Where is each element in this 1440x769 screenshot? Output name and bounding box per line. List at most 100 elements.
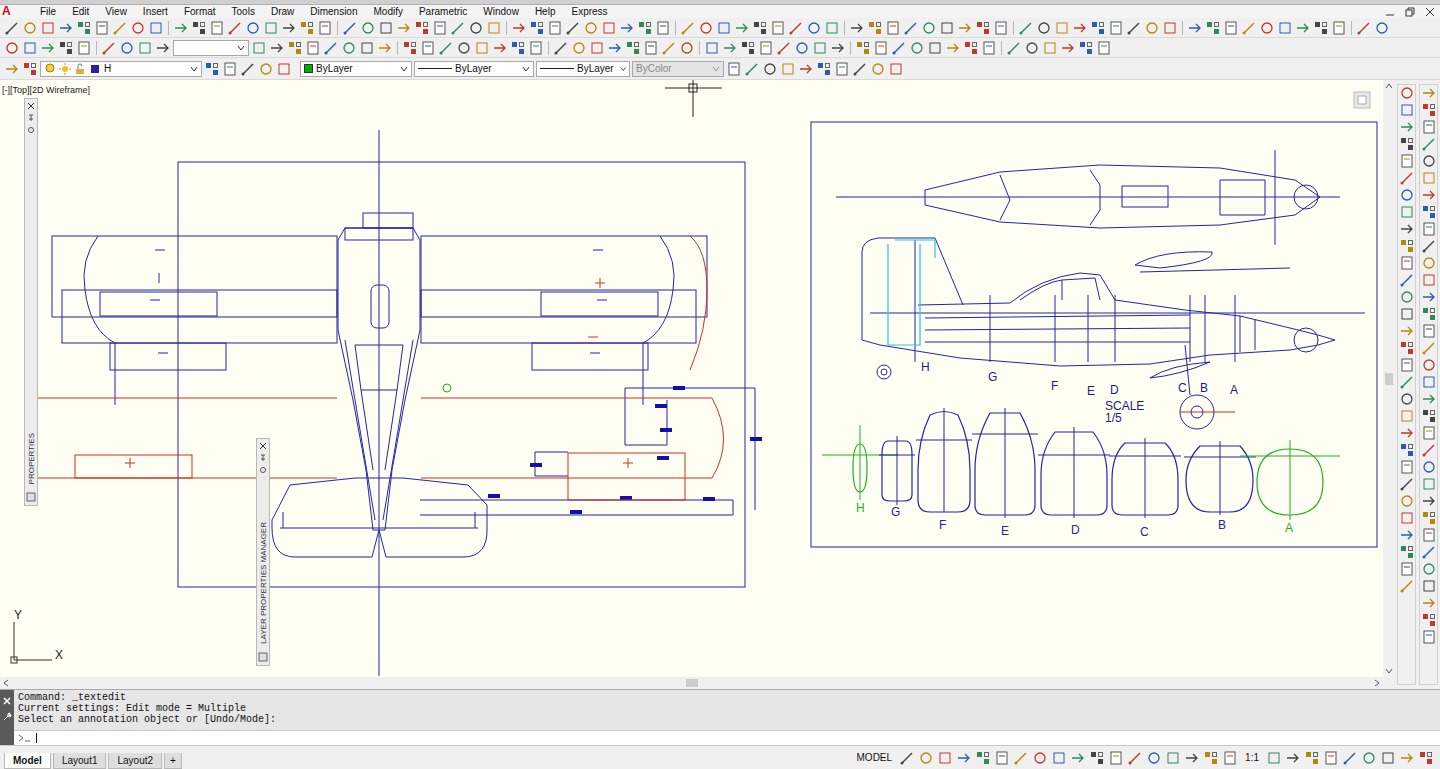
menu-item[interactable]: Modify <box>374 5 403 18</box>
restore-icon[interactable] <box>1404 7 1416 17</box>
tool-circle-icon[interactable] <box>1421 561 1437 577</box>
close-icon[interactable] <box>259 442 267 450</box>
tool-page-icon[interactable] <box>305 40 321 56</box>
tool-arrow-icon[interactable] <box>511 20 527 36</box>
menu-item[interactable]: Parametric <box>419 5 467 18</box>
tool-square-icon[interactable] <box>1399 102 1415 118</box>
tool-line-icon[interactable] <box>1126 20 1142 36</box>
tool-arrow-icon[interactable] <box>849 20 865 36</box>
tool-arrow-icon[interactable] <box>492 40 508 56</box>
tool-page-icon[interactable] <box>834 61 850 77</box>
tool-line-icon[interactable] <box>788 20 804 36</box>
tool-circle-icon[interactable] <box>679 40 695 56</box>
tool-grid-icon[interactable] <box>1421 204 1437 220</box>
tool-page-icon[interactable] <box>209 20 225 36</box>
tool-arrow-icon[interactable] <box>1399 221 1415 237</box>
tool-grid-icon[interactable] <box>58 40 74 56</box>
command-input[interactable] <box>14 730 1440 745</box>
horizontal-scrollbar[interactable] <box>0 677 1383 689</box>
tool-page-icon[interactable] <box>420 40 436 56</box>
tool-line-icon[interactable] <box>852 61 868 77</box>
tool-line-icon[interactable] <box>1399 170 1415 186</box>
tool-circle-icon[interactable] <box>1399 493 1415 509</box>
tool-arrow-icon[interactable] <box>281 20 297 36</box>
tool-grid-icon[interactable] <box>1399 238 1415 254</box>
tool-circle-icon[interactable] <box>1146 750 1162 766</box>
tool-arrow-icon[interactable] <box>1421 595 1437 611</box>
tool-line-icon[interactable] <box>1127 750 1143 766</box>
tool-arrow-icon[interactable] <box>1399 425 1415 441</box>
tool-line-icon[interactable] <box>776 40 792 56</box>
tool-line-icon[interactable] <box>101 40 117 56</box>
tool-square-icon[interactable] <box>1399 306 1415 322</box>
close-icon[interactable] <box>2 696 12 706</box>
tool-arrow-icon[interactable] <box>1399 323 1415 339</box>
tool-page-icon[interactable] <box>1399 255 1415 271</box>
tool-square-icon[interactable] <box>1051 750 1067 766</box>
tool-circle-icon[interactable] <box>258 61 274 77</box>
tool-circle-icon[interactable] <box>468 20 484 36</box>
tool-square-icon[interactable] <box>1399 408 1415 424</box>
tool-page-icon[interactable] <box>1222 750 1238 766</box>
menu-item[interactable]: File <box>40 5 56 18</box>
tool-circle-icon[interactable] <box>583 20 599 36</box>
tool-grid-icon[interactable] <box>625 40 641 56</box>
tool-line-icon[interactable] <box>240 61 256 77</box>
annotation-scale[interactable]: 1:1 <box>1241 752 1263 763</box>
tool-page-icon[interactable] <box>885 20 901 36</box>
tool-page-icon[interactable] <box>1399 459 1415 475</box>
tool-circle-icon[interactable] <box>762 61 778 77</box>
tool-square-icon[interactable] <box>1277 20 1293 36</box>
tool-arrow-icon[interactable] <box>1072 20 1088 36</box>
tool-circle-icon[interactable] <box>1032 750 1048 766</box>
tool-square-icon[interactable] <box>1421 272 1437 288</box>
tool-page-icon[interactable] <box>1399 561 1415 577</box>
tool-page-icon[interactable] <box>758 40 774 56</box>
tool-circle-icon[interactable] <box>22 20 38 36</box>
tool-arrow-icon[interactable] <box>1421 85 1437 101</box>
tool-circle-icon[interactable] <box>1421 357 1437 373</box>
tool-arrow-icon[interactable] <box>1399 527 1415 543</box>
tool-arrow-icon[interactable] <box>1421 187 1437 203</box>
tool-line-icon[interactable] <box>227 20 243 36</box>
tool-page-icon[interactable] <box>1108 20 1124 36</box>
tool-grid-icon[interactable] <box>204 61 220 77</box>
tool-line-icon[interactable] <box>112 20 128 36</box>
palette-icon[interactable] <box>258 652 268 662</box>
pin-icon[interactable] <box>27 114 35 122</box>
tool-line-icon[interactable] <box>744 61 760 77</box>
tool-square-icon[interactable] <box>1421 374 1437 390</box>
tool-grid-icon[interactable] <box>299 20 315 36</box>
command-prompt-icon[interactable] <box>18 733 32 743</box>
tool-grid-icon[interactable] <box>867 20 883 36</box>
tool-circle-icon[interactable] <box>1421 153 1437 169</box>
menu-item[interactable]: Insert <box>143 5 168 18</box>
palette-strip[interactable]: PROPERTIES <box>24 98 38 506</box>
minimize-icon[interactable] <box>1384 7 1396 17</box>
tool-square-icon[interactable] <box>1421 170 1437 186</box>
layout-tab[interactable]: Model <box>4 753 51 769</box>
add-layout-tab[interactable]: + <box>164 753 182 769</box>
tool-circle-icon[interactable] <box>4 40 20 56</box>
vertical-scrollbar[interactable] <box>1383 80 1395 689</box>
tool-arrow-icon[interactable] <box>945 40 961 56</box>
tool-line-icon[interactable] <box>1421 136 1437 152</box>
tool-page-icon[interactable] <box>1108 750 1124 766</box>
tool-line-icon[interactable] <box>1421 442 1437 458</box>
tool-arrow-icon[interactable] <box>58 20 74 36</box>
tool-square-icon[interactable] <box>474 40 490 56</box>
tool-grid-icon[interactable] <box>1418 750 1434 766</box>
menu-item[interactable]: Express <box>571 5 607 18</box>
tool-grid-icon[interactable] <box>414 20 430 36</box>
tool-page-icon[interactable] <box>994 750 1010 766</box>
tool-grid-icon[interactable] <box>1078 40 1094 56</box>
tool-grid-icon[interactable] <box>1421 102 1437 118</box>
tool-arrow-icon[interactable] <box>1421 391 1437 407</box>
lineweight-dropdown[interactable]: ByLayer <box>536 61 630 77</box>
tool-line-icon[interactable] <box>4 20 20 36</box>
tool-circle-icon[interactable] <box>1259 20 1275 36</box>
tool-line-icon[interactable] <box>1399 578 1415 594</box>
tool-square-icon[interactable] <box>1399 204 1415 220</box>
tool-circle-icon[interactable] <box>870 61 886 77</box>
tool-grid-icon[interactable] <box>1421 408 1437 424</box>
